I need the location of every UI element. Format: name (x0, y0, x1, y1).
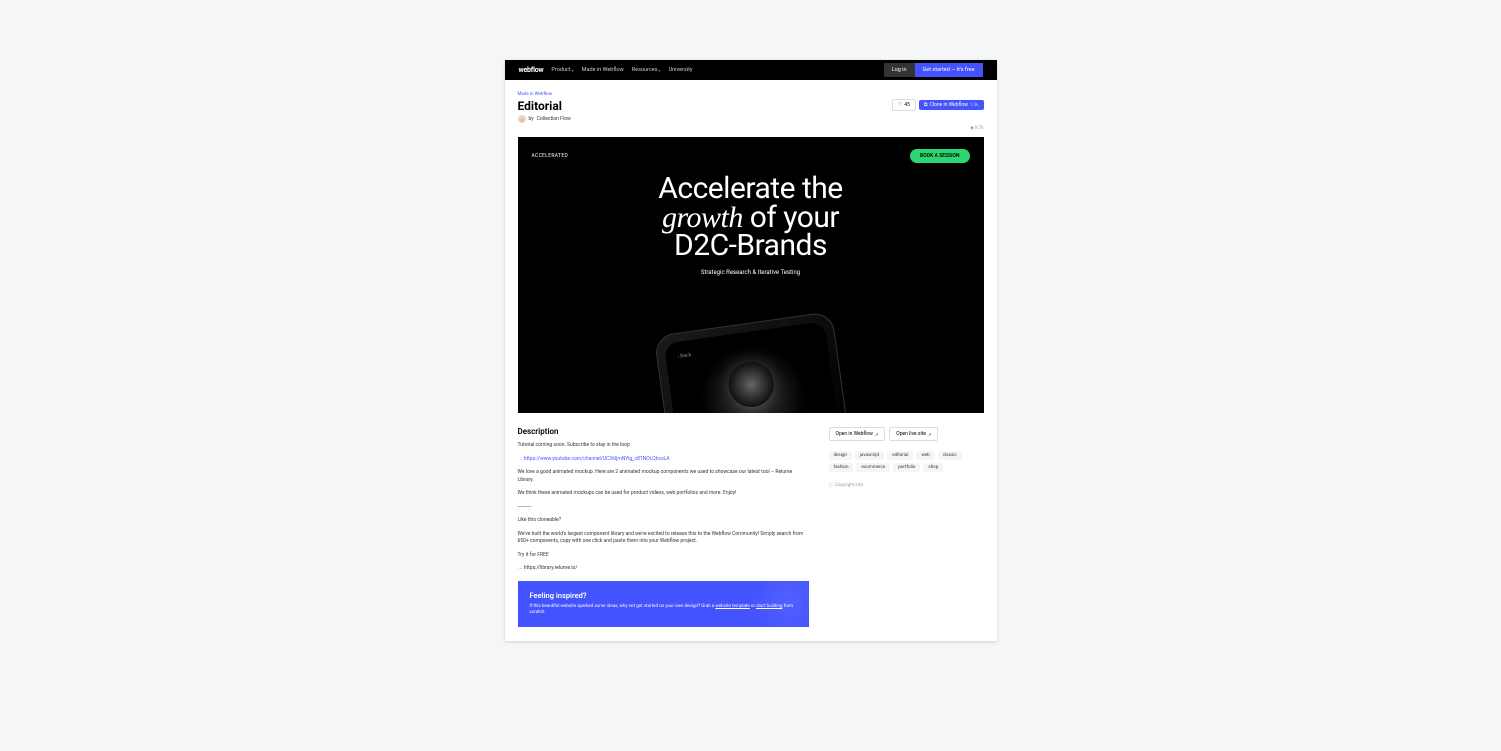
site-preview[interactable]: ACCELERATED BOOK A SESSION Accelerate th… (518, 137, 984, 413)
tag-design[interactable]: design (829, 451, 852, 460)
nav-university[interactable]: University (669, 67, 693, 73)
author-row: by Collection Flow (518, 115, 571, 123)
open-live-label: Open live site (896, 431, 926, 437)
tag-shop[interactable]: shop (923, 463, 943, 472)
page-title: Editorial (518, 99, 571, 113)
desc-p5: Like this cloneable? (518, 517, 809, 525)
tag-ecommerce[interactable]: ecommerce (856, 463, 890, 472)
tag-portfolio[interactable]: portfolio (893, 463, 920, 472)
sidebar-column: Open in Webflow ↗ Open live site ↗ desig… (829, 427, 984, 627)
preview-header: ACCELERATED BOOK A SESSION (532, 149, 970, 163)
author-by: by (529, 116, 534, 122)
feeling-inspired-banner: Feeling inspired? If this beautiful webs… (518, 581, 809, 628)
tag-web[interactable]: web (916, 451, 934, 460)
tags-list: design javascript editorial web classic … (829, 451, 984, 472)
author-name[interactable]: Collection Flow (537, 116, 571, 122)
open-buttons: Open in Webflow ↗ Open live site ↗ (829, 427, 984, 441)
external-icon: ↗ (928, 432, 931, 437)
nav-left: webflow Product▾ Made in Webflow Resourc… (519, 66, 693, 74)
desc-p1: Tutorial coming soon. Subscribe to stay … (518, 442, 809, 450)
open-live-site-button[interactable]: Open live site ↗ (889, 427, 938, 441)
chevron-down-icon: ▾ (659, 68, 661, 73)
desc-p7: Try it for FREE (518, 552, 809, 560)
header-actions: ♡ 45 ⧉ Clone in Webflow 1.3k (892, 99, 984, 111)
nav-product-label: Product (551, 67, 570, 73)
heart-icon: ♡ (898, 102, 902, 108)
desc-p4: We think these animated mockups can be u… (518, 490, 809, 498)
header-row: Editorial by Collection Flow ♡ 45 ⧉ Clon… (518, 99, 984, 123)
hero-subtitle: Strategic Research & Iterative Testing (518, 269, 984, 276)
desc-p3: We love a good animated mockup. Here are… (518, 469, 809, 484)
copy-icon: ⧉ (924, 102, 928, 108)
like-button[interactable]: ♡ 45 (892, 99, 916, 111)
tag-editorial[interactable]: editorial (887, 451, 913, 460)
views-row: ◉ 8.7k (518, 126, 984, 131)
description-title: Description (518, 427, 809, 436)
desc-youtube-link[interactable]: → https://www.youtube.com/channel/UC36lj… (518, 456, 809, 464)
nav-made-in-webflow[interactable]: Made in Webflow (582, 67, 624, 73)
watch-face-image (725, 359, 776, 410)
views-count: ◉ 8.7k (970, 126, 983, 131)
phone-mockup: ‹ Back (653, 311, 848, 413)
inspired-title: Feeling inspired? (530, 591, 797, 600)
info-icon: ⓘ (829, 482, 834, 488)
phone-screen: ‹ Back (663, 321, 839, 413)
webflow-logo[interactable]: webflow (519, 66, 544, 74)
login-button[interactable]: Log in (884, 63, 915, 77)
tag-javascript[interactable]: javascript (855, 451, 884, 460)
header-left: Editorial by Collection Flow (518, 99, 571, 123)
clone-button[interactable]: ⧉ Clone in Webflow 1.3k (919, 100, 984, 110)
desc-relume-link: → https://library.relume.io/ (518, 565, 809, 573)
copyright-label: Copyright info (835, 483, 863, 488)
copyright-info[interactable]: ⓘ Copyright info (829, 482, 984, 488)
start-building-link[interactable]: start building (756, 604, 782, 609)
clone-label: Clone in Webflow (930, 102, 968, 108)
hero-text: Accelerate the growth of your D2C-Brands… (518, 175, 984, 276)
body-row: Description Tutorial coming soon. Subscr… (518, 427, 984, 641)
tag-classic[interactable]: classic (938, 451, 962, 460)
nav-product[interactable]: Product▾ (551, 67, 573, 73)
get-started-button[interactable]: Get started — it's free (915, 63, 983, 77)
page-content: Made in Webflow Editorial by Collection … (505, 80, 997, 641)
views-text: 8.7k (975, 126, 984, 131)
desc-p6: We've built the world's largest componen… (518, 531, 809, 546)
nav-resources-label: Resources (632, 67, 658, 73)
hero-line-3: D2C-Brands (518, 232, 984, 261)
open-in-webflow-button[interactable]: Open in Webflow ↗ (829, 427, 886, 441)
breadcrumb[interactable]: Made in Webflow (518, 92, 984, 97)
top-navbar: webflow Product▾ Made in Webflow Resourc… (505, 60, 997, 80)
phone-back-label: ‹ Back (677, 352, 691, 360)
external-icon: ↗ (875, 432, 878, 437)
tag-fashion[interactable]: fashion (829, 463, 854, 472)
eye-icon: ◉ (970, 126, 974, 131)
page-frame: webflow Product▾ Made in Webflow Resourc… (505, 60, 997, 641)
website-template-link[interactable]: website template (715, 604, 749, 609)
book-session-button[interactable]: BOOK A SESSION (910, 149, 969, 163)
inspired-text: If this beautiful website sparked some i… (530, 604, 797, 618)
like-count: 45 (904, 102, 910, 108)
inspired-pre: If this beautiful website sparked some i… (530, 604, 716, 609)
open-webflow-label: Open in Webflow (836, 431, 873, 437)
nav-right: Log in Get started — it's free (884, 63, 983, 77)
preview-brand: ACCELERATED (532, 153, 569, 159)
avatar[interactable] (518, 115, 526, 123)
description-column: Description Tutorial coming soon. Subscr… (518, 427, 809, 627)
chevron-down-icon: ▾ (572, 68, 574, 73)
desc-divider: ---------- (518, 504, 809, 512)
clone-count: 1.3k (970, 103, 979, 108)
inspired-or: or (750, 604, 756, 609)
nav-resources[interactable]: Resources▾ (632, 67, 661, 73)
